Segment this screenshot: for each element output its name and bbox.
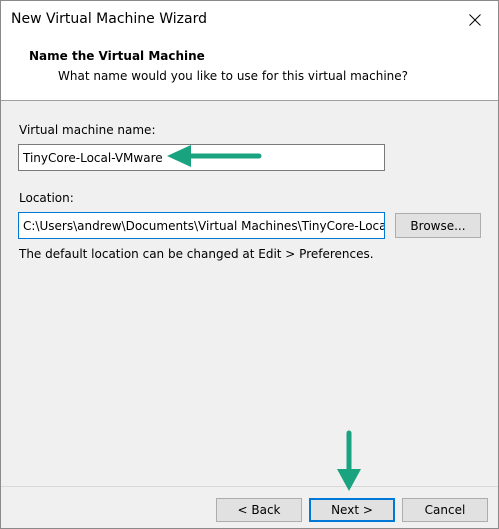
vm-name-input[interactable]: TinyCore-Local-VMware xyxy=(18,144,385,171)
cancel-button[interactable]: Cancel xyxy=(402,498,488,522)
wizard-window: New Virtual Machine Wizard Name the Virt… xyxy=(0,0,499,529)
back-button[interactable]: < Back xyxy=(216,498,302,522)
page-title: Name the Virtual Machine xyxy=(29,49,205,63)
footer-divider xyxy=(1,486,498,487)
vm-name-label: Virtual machine name: xyxy=(19,123,156,137)
close-icon xyxy=(469,14,481,26)
close-button[interactable] xyxy=(452,1,498,39)
location-value: C:\Users\andrew\Documents\Virtual Machin… xyxy=(23,218,385,233)
browse-button[interactable]: Browse... xyxy=(395,213,481,238)
next-button[interactable]: Next > xyxy=(309,498,395,522)
location-input[interactable]: C:\Users\andrew\Documents\Virtual Machin… xyxy=(18,212,385,239)
location-label: Location: xyxy=(19,191,74,205)
location-hint: The default location can be changed at E… xyxy=(19,247,374,261)
page-subtitle: What name would you like to use for this… xyxy=(58,69,409,83)
window-title: New Virtual Machine Wizard xyxy=(11,11,207,27)
title-bar: New Virtual Machine Wizard xyxy=(1,1,498,39)
vm-name-value: TinyCore-Local-VMware xyxy=(23,150,163,165)
wizard-header: Name the Virtual Machine What name would… xyxy=(1,39,498,101)
